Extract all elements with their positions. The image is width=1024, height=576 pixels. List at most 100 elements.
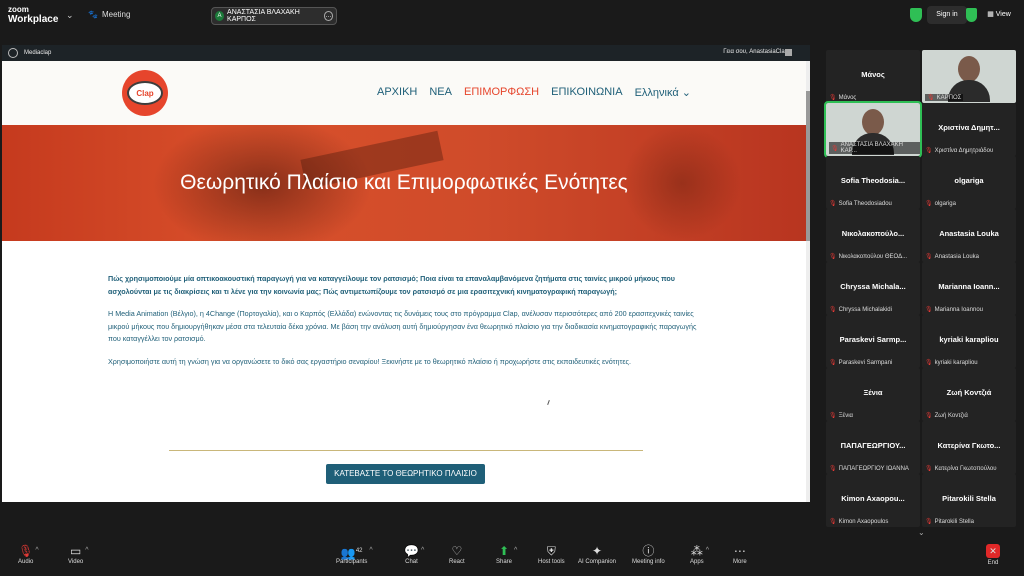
mic-muted-icon: 🎙 (831, 145, 839, 152)
wp-site-name[interactable]: Mediaclap (24, 50, 51, 56)
participant-label-text: Pitarokili Stella (934, 518, 974, 525)
wp-avatar-icon[interactable] (785, 49, 792, 56)
more-options-icon[interactable]: … (323, 11, 333, 21)
meeting-menu[interactable]: 🐾 Meeting (88, 10, 130, 19)
mic-muted-icon: 🎙 (829, 413, 837, 419)
participant-tile[interactable]: Kimon Axaopou... 🎙 Kimon Axaopoulos (826, 474, 920, 527)
apps-button[interactable]: ⁂ Apps ^ (690, 543, 709, 565)
meeting-info-button[interactable]: ⓘ Meeting info (632, 543, 665, 565)
chevron-up-icon[interactable]: ^ (706, 547, 709, 554)
participant-tile[interactable]: Κατερίνα Γκωτο... 🎙 Κατερίνα Γκωτοπούλου (922, 421, 1016, 474)
mic-muted-icon: 🎙 (925, 360, 933, 366)
ai-companion-button[interactable]: ✦ AI Companion (578, 543, 616, 565)
host-tools-button[interactable]: ⛨ Host tools (538, 543, 565, 565)
participant-label-text: Νικολακοπούλου ΘΕΟΔ... (838, 253, 908, 260)
language-label: Ελληνικά (634, 87, 679, 99)
zoom-logo[interactable]: zoom Workplace (8, 5, 58, 25)
chevron-up-icon[interactable]: ^ (35, 547, 38, 554)
participant-label-text: ΑΝΑΣΤΑΣΙΑ ΒΛΑΧΑΚΗ ΚΑΡ... (840, 142, 903, 154)
host-shield-icon: ⛨ (546, 544, 556, 558)
participant-tile[interactable]: Pitarokili Stella 🎙 Pitarokili Stella (922, 474, 1016, 527)
video-button[interactable]: ▭ Video ^ (68, 543, 89, 565)
security-shield-icon[interactable] (910, 8, 922, 22)
participant-name-label: 🎙 Χριστίνα Δημητριάδου (925, 147, 994, 155)
sparkle-icon: ✦ (591, 544, 603, 558)
participant-tile[interactable]: ΠΑΠΑΓΕΩΡΓΙΟΥ... 🎙 ΠΑΠΑΓΕΩΡΓΙΟΥ ΙΩΑΝΝΑ (826, 421, 920, 474)
chevron-up-icon[interactable]: ^ (421, 547, 424, 554)
end-meeting-button[interactable]: ✕ End (986, 543, 1000, 566)
active-speaker-pill[interactable]: Α ΑΝΑΣΤΑΣΙΑ ΒΛΑΧΑΚΗ ΚΑΡΠΟΣ … (211, 7, 337, 25)
participant-tile[interactable]: Marianna Ioann... 🎙 Marianna Ioannou (922, 262, 1016, 315)
participant-label-text: Marianna Ioannou (934, 306, 983, 313)
chevron-up-icon[interactable]: ^ (514, 547, 517, 554)
participant-label-text: Ζωή Κοντζιά (934, 412, 968, 419)
participant-name-label: 🎙 kyriaki karapliou (925, 359, 978, 367)
chat-button[interactable]: 💬 Chat ^ (404, 543, 424, 565)
participant-tile[interactable]: Μάνος 🎙 Μάνος (826, 50, 920, 103)
more-button[interactable]: ⋯ More (733, 543, 747, 565)
speaker-avatar: Α (215, 11, 225, 21)
participant-tile[interactable]: kyriaki karapliou 🎙 kyriaki karapliou (922, 315, 1016, 368)
participant-tile[interactable]: Sofia Theodosia... 🎙 Sofia Theodosiadou (826, 156, 920, 209)
hero-banner: Θεωρητικό Πλαίσιο και Επιμορφωτικές Ενότ… (2, 125, 806, 241)
meeting-toolbar: 🎙 Audio ^ ▭ Video ^ 👥42 Participants ^ 💬 Chat ^ … (0, 540, 1024, 576)
chevron-up-icon[interactable]: ^ (369, 547, 372, 554)
gallery-next-chevron-icon[interactable]: ⌄ (918, 528, 925, 537)
participants-button[interactable]: 👥42 Participants ^ (336, 543, 373, 565)
participant-name-label: 🎙 ΑΝΑΣΤΑΣΙΑ ΒΛΑΧΑΚΗ ΚΑΡ... (829, 142, 920, 154)
nav-training[interactable]: ΕΠΙΜΟΡΦΩΣΗ (464, 86, 539, 99)
host-tools-label: Host tools (538, 559, 565, 565)
apps-label: Apps (690, 559, 704, 565)
sign-in-button[interactable]: Sign in (927, 6, 967, 24)
download-framework-button[interactable]: ΚΑΤΕΒΑΣΤΕ ΤΟ ΘΕΩΡΗΤΙΚΟ ΠΛΑΙΣΙΟ (326, 464, 485, 484)
encryption-shield-icon[interactable] (966, 8, 977, 22)
participant-tile[interactable]: Χριστίνα Δημητ... 🎙 Χριστίνα Δημητριάδου (922, 103, 1016, 156)
participant-label-text: Ξένια (838, 412, 854, 419)
participant-label-text: Χριστίνα Δημητριάδου (934, 147, 994, 154)
scrollbar-thumb[interactable] (806, 91, 810, 241)
mic-muted-icon: 🎙 (829, 201, 837, 207)
nav-home[interactable]: ΑΡΧΙΚΗ (377, 86, 417, 99)
nav-language[interactable]: Ελληνικά ⌄ (635, 86, 691, 99)
mic-muted-icon: 🎙 (925, 519, 933, 525)
page-title: Θεωρητικό Πλαίσιο και Επιμορφωτικές Ενότ… (180, 171, 628, 194)
clap-logo[interactable]: Clap (122, 70, 168, 116)
wp-greeting[interactable]: Γεια σου, AnastasiaClap (723, 49, 788, 55)
participant-display-name: Marianna Ioann... (938, 282, 1000, 291)
mic-muted-icon: 🎙 (925, 254, 933, 260)
participant-tile[interactable]: Ζωή Κοντζιά 🎙 Ζωή Κοντζιά (922, 368, 1016, 421)
participant-tile[interactable]: Νικολακοπούλο... 🎙 Νικολακοπούλου ΘΕΟΔ... (826, 209, 920, 262)
wordpress-icon[interactable] (8, 48, 18, 58)
chevron-down-icon[interactable]: ⌄ (66, 10, 74, 21)
participant-tile[interactable]: Paraskevi Sarmp... 🎙 Paraskevi Sarmpani (826, 315, 920, 368)
participant-display-name: Sofia Theodosia... (840, 176, 906, 185)
participant-display-name: ΠΑΠΑΓΕΩΡΓΙΟΥ... (840, 441, 906, 450)
participant-tile[interactable]: Chryssa Michala... 🎙 Chryssa Michalakidi (826, 262, 920, 315)
participant-label-text: kyriaki karapliou (934, 359, 978, 366)
participant-tile[interactable]: Anastasia Louka 🎙 Anastasia Louka (922, 209, 1016, 262)
logo-text: Clap (127, 81, 163, 105)
react-button[interactable]: ♡ React (449, 543, 465, 565)
participant-name-label: 🎙 Ζωή Κοντζιά (925, 412, 968, 420)
intro-question: Πώς χρησιμοποιούμε μία οπτικοακουστική π… (108, 274, 675, 296)
participant-tile[interactable]: olgariga 🎙 olgariga (922, 156, 1016, 209)
mouse-cursor-icon (547, 399, 550, 406)
nav-news[interactable]: ΝΕΑ (429, 86, 452, 99)
participant-display-name: Chryssa Michala... (840, 282, 906, 291)
share-label: Share (496, 559, 513, 565)
page-scrollbar[interactable] (806, 61, 810, 502)
mic-muted-icon: 🎙 (927, 95, 935, 101)
participant-tile[interactable]: Ξένια 🎙 Ξένια (826, 368, 920, 421)
participant-tile[interactable]: 🎙 ΚΑΡΠΟΣ (922, 50, 1016, 103)
share-button[interactable]: ⬆ Share ^ (496, 543, 517, 565)
shared-screen: Mediaclap Γεια σου, AnastasiaClap Clap Α… (2, 45, 810, 502)
chevron-up-icon[interactable]: ^ (85, 547, 88, 554)
participant-name-label: 🎙 Chryssa Michalakidi (829, 306, 892, 314)
nav-contact[interactable]: ΕΠΙΚΟΙΝΩΝΙΑ (551, 86, 622, 99)
meeting-label: Meeting (101, 10, 131, 19)
audio-button[interactable]: 🎙 Audio ^ (18, 543, 39, 565)
participant-label-text: Μάνος (838, 94, 857, 101)
participant-tile[interactable]: 🎙 ΑΝΑΣΤΑΣΙΑ ΒΛΑΧΑΚΗ ΚΑΡ... (824, 101, 922, 158)
camera-icon: ▭ (69, 544, 82, 558)
view-button[interactable]: ▦ View (980, 6, 1018, 24)
